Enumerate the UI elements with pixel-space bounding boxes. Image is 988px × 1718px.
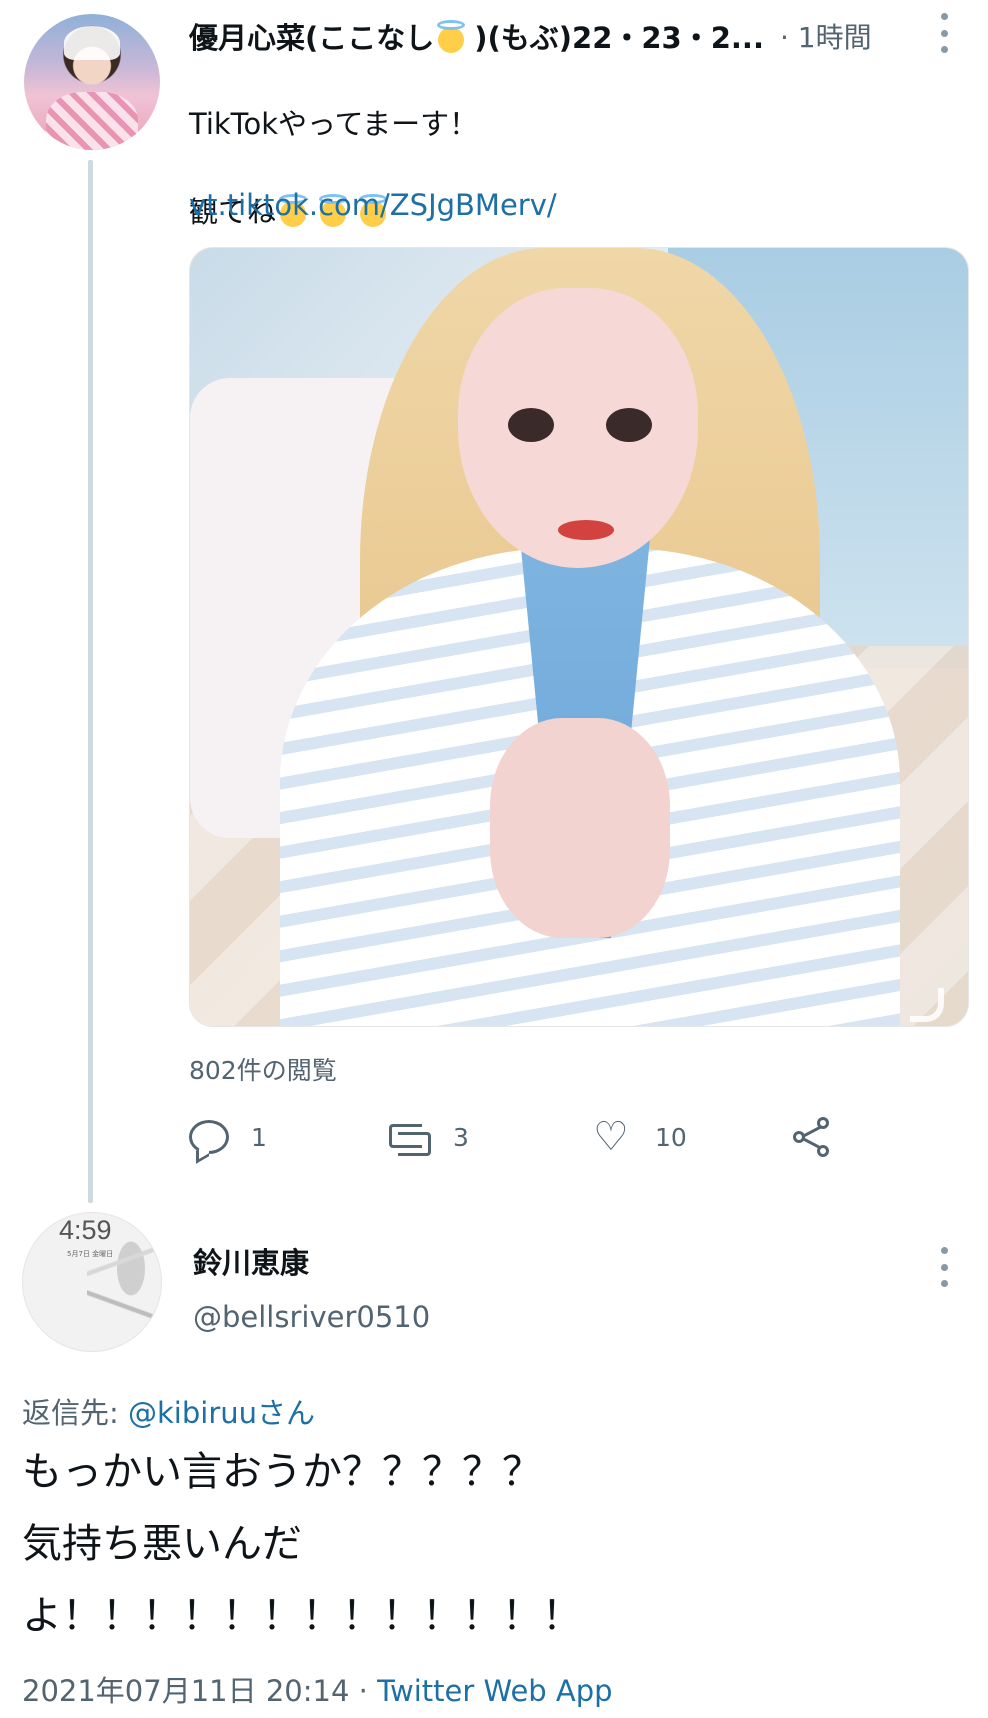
replier-avatar[interactable]: 4:59 5月7日 金曜日 [22,1212,162,1352]
media-eye-left [508,408,554,442]
like-count: 10 [655,1122,687,1152]
avatar-dress [46,92,138,150]
thread-connector-line [88,160,93,1203]
media-hands [490,718,670,938]
tweet-text-line-1: TikTokやってまーす！ [189,107,479,141]
tweet-header: 優月心菜(ここなし)(もぶ)22・23・2... · 1時間 [189,14,919,58]
like-button[interactable]: ♡ 10 [593,1112,687,1162]
more-icon[interactable] [936,13,952,53]
media-lips [558,520,614,540]
reply-button[interactable]: 1 [189,1112,267,1162]
avatar-veil [64,26,120,60]
media-eye-right [606,408,652,442]
tweet-actions: 1 3 ♡ 10 [189,1112,909,1162]
share-icon [793,1117,833,1157]
tweet-timestamp[interactable]: 2021年07月11日 20:14 · [22,1674,377,1708]
retweet-icon [389,1120,431,1156]
reply-icon [189,1120,229,1154]
heart-icon: ♡ [593,1114,629,1160]
author-name[interactable]: 優月心菜(ここなし)(もぶ)22・23・2... [189,15,764,57]
reply-mention-link[interactable]: @kibiruuさん [128,1396,315,1430]
tweet-media-video[interactable] [189,247,969,1027]
more-icon[interactable] [936,1247,952,1287]
tweet-link[interactable]: vt.tiktok.com/ZSJgBMerv/ [189,188,557,222]
media-face [458,288,698,568]
replier-name[interactable]: 鈴川恵康 [193,1240,309,1282]
retweet-count: 3 [453,1122,469,1152]
share-button[interactable] [793,1112,833,1162]
tweet-time[interactable]: · 1時間 [780,16,872,56]
view-count: 802件の閲覧 [189,1056,337,1085]
replier-handle[interactable]: @bellsriver0510 [193,1300,430,1334]
tweet-footer: 2021年07月11日 20:14 · Twitter Web App [22,1668,613,1710]
reply-to-prefix: 返信先: [22,1396,128,1430]
tweet-text: TikTokやってまーす！ 観てね [189,58,909,278]
reply-count: 1 [251,1122,267,1152]
client-app-link[interactable]: Twitter Web App [377,1674,613,1708]
angel-emoji-icon [434,19,468,53]
retweet-button[interactable]: 3 [389,1112,469,1162]
reply-body-text: もっかい言おうか？？？？？ 気持ち悪いんだ よ！！！！！！！！！！！！！ [22,1449,582,1639]
author-avatar[interactable] [24,14,160,150]
reply-to-line: 返信先: @kibiruuさん [22,1390,315,1432]
avatar-sketch [87,1223,161,1351]
